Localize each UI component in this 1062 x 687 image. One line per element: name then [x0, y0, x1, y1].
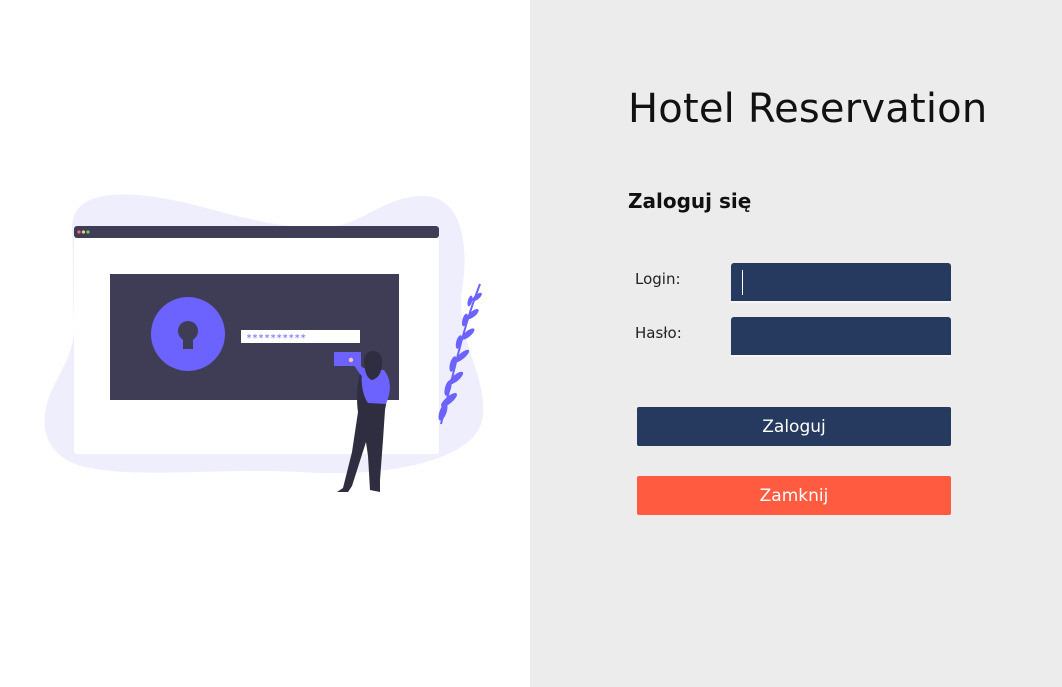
window-dot-green	[86, 230, 90, 234]
login-input[interactable]	[731, 263, 951, 301]
window-dot-red	[77, 230, 81, 234]
password-mask-text: **********	[246, 333, 306, 344]
keyhole-stem	[183, 333, 193, 349]
password-input[interactable]	[731, 317, 951, 355]
close-button[interactable]: Zamknij	[637, 476, 951, 515]
window-dot-yellow	[81, 230, 86, 234]
illustration-pane: **********	[0, 0, 530, 687]
login-button[interactable]: Zaloguj	[637, 407, 951, 446]
login-illustration: **********	[44, 194, 484, 492]
login-heading: Zaloguj się	[628, 189, 752, 213]
text-caret	[742, 270, 743, 295]
app-title: Hotel Reservation	[628, 86, 988, 132]
login-label: Login:	[635, 270, 681, 288]
browser-title-bar	[74, 226, 439, 238]
login-panel: Hotel Reservation Zaloguj się Login: Has…	[530, 0, 1062, 687]
password-label: Hasło:	[635, 324, 682, 342]
